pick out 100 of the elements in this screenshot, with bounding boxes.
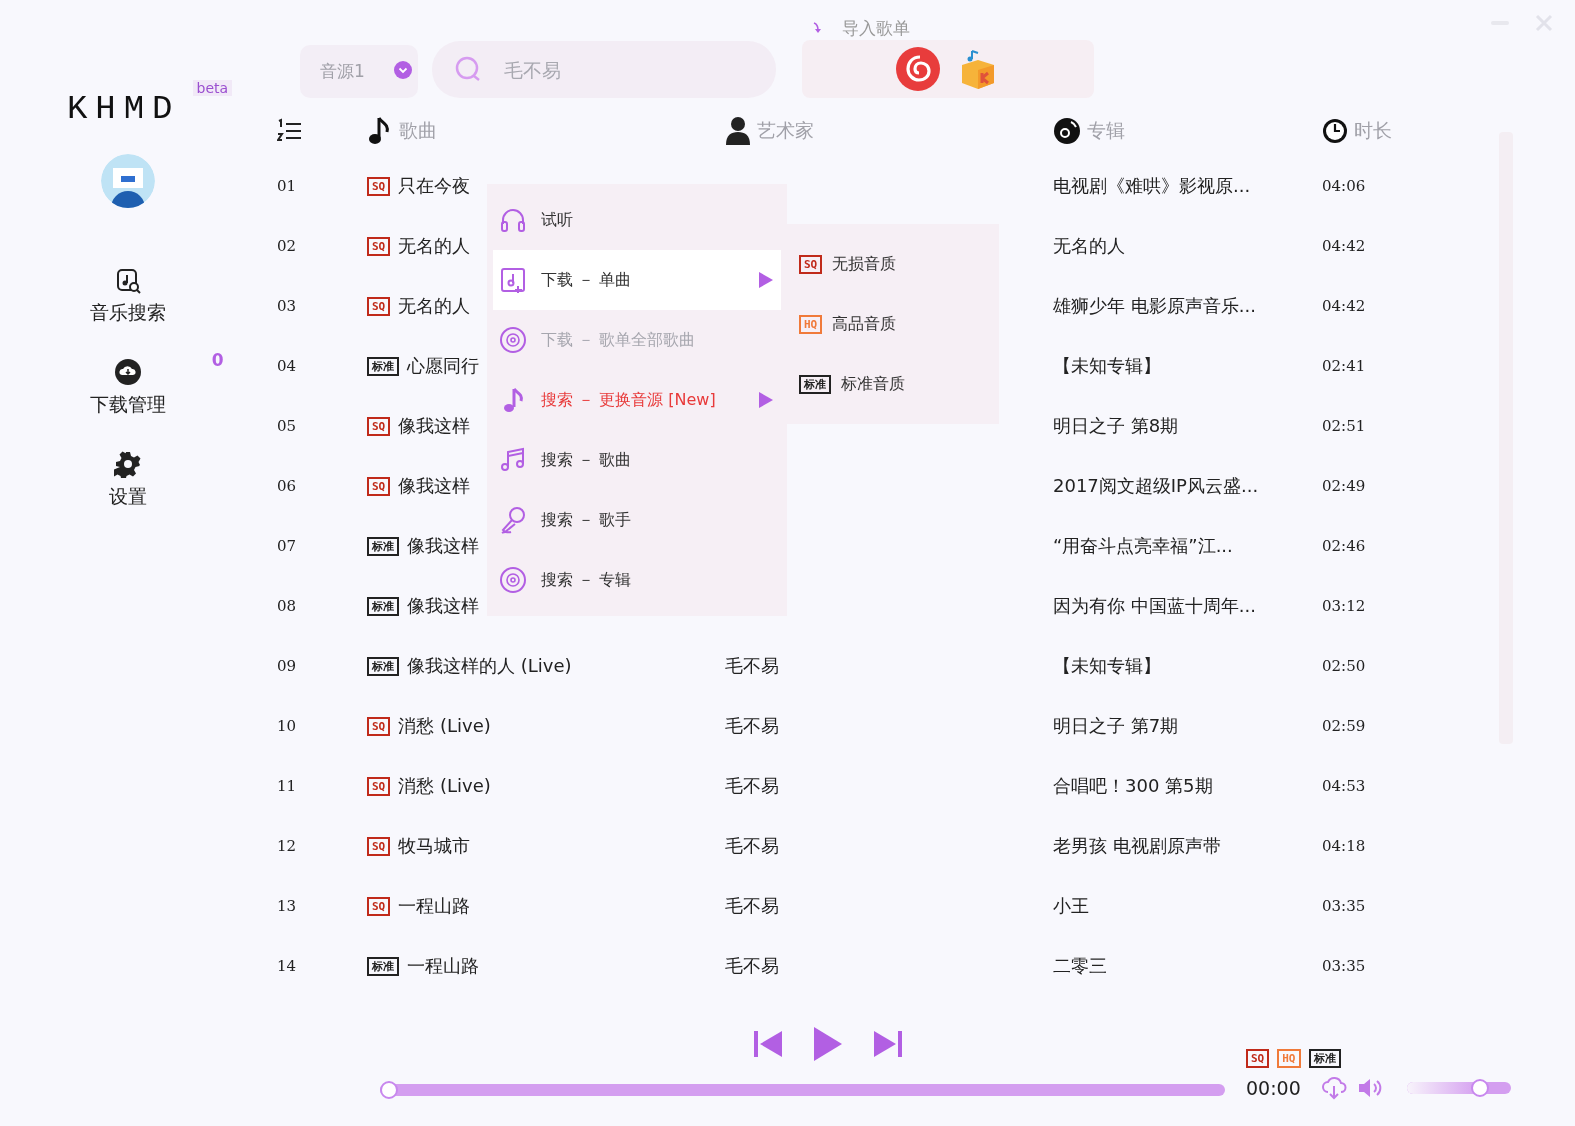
song-title: 无名的人 xyxy=(398,294,471,318)
cloud-download-icon[interactable] xyxy=(1320,1076,1347,1100)
menu-item[interactable]: 搜索 － 歌手 xyxy=(493,490,781,550)
quality-badge: 标准 xyxy=(367,356,399,376)
menu-item[interactable]: 搜索 － 专辑 xyxy=(493,550,781,610)
album-name: 明日之子 第8期 xyxy=(1053,414,1179,438)
song-title: 只在今夜 xyxy=(398,174,471,198)
quality-badge: SQ xyxy=(367,176,391,196)
nav-item[interactable]: 音乐搜索 xyxy=(89,300,166,326)
quality-badge: SQ xyxy=(367,896,391,916)
duration: 03:35 xyxy=(1322,897,1367,915)
menu-item[interactable]: 试听 xyxy=(493,190,781,250)
numbered-list-icon xyxy=(277,118,303,144)
menu-item[interactable]: 标准音质 xyxy=(841,373,905,395)
row-number: 09 xyxy=(277,657,298,675)
song-title: 一程山路 xyxy=(407,954,479,978)
progress-handle[interactable] xyxy=(380,1081,398,1099)
menu-item[interactable]: 高品音质 xyxy=(832,313,897,335)
album-name: 二零三 xyxy=(1053,954,1107,978)
song-title: 消愁 (Live) xyxy=(398,774,491,798)
column-header: 艺术家 xyxy=(757,118,814,143)
music-search-icon xyxy=(114,268,141,294)
album-name: 因为有你 中国蓝十周年... xyxy=(1053,594,1256,618)
album-name: 【未知专辑】 xyxy=(1053,654,1161,678)
volume-handle[interactable] xyxy=(1470,1079,1489,1097)
artist-name: 毛不易 xyxy=(725,774,779,798)
duration: 02:50 xyxy=(1322,657,1367,675)
row-number: 01 xyxy=(277,177,298,195)
microphone-icon xyxy=(499,506,527,534)
album-name: 老男孩 电视剧原声带 xyxy=(1053,834,1221,858)
column-header: 专辑 xyxy=(1087,118,1125,143)
row-number: 03 xyxy=(277,297,298,315)
music-plus-icon xyxy=(499,266,527,294)
duration: 02:59 xyxy=(1322,717,1367,735)
row-number: 05 xyxy=(277,417,298,435)
song-title: 像我这样的人 (Live) xyxy=(407,654,572,678)
menu-item[interactable]: 搜索 － 歌曲 xyxy=(493,430,781,490)
quality-badge: SQ xyxy=(367,776,391,796)
disc-icon xyxy=(1053,117,1081,145)
quality-badge: 标准 xyxy=(799,374,831,394)
duration: 04:06 xyxy=(1322,177,1367,195)
artist-name: 毛不易 xyxy=(725,954,779,978)
column-header: 时长 xyxy=(1354,118,1392,143)
volume-slider[interactable] xyxy=(1406,1078,1511,1098)
spiral-app-icon[interactable] xyxy=(896,47,940,91)
settings-icon xyxy=(113,450,142,478)
song-title: 像我这样 xyxy=(398,414,471,438)
person-icon xyxy=(725,116,751,146)
album-name: 【未知专辑】 xyxy=(1053,354,1161,378)
row-number: 11 xyxy=(277,777,298,795)
row-number: 04 xyxy=(277,357,298,375)
artist-name: 毛不易 xyxy=(725,834,779,858)
quality-badge: SQ xyxy=(367,716,391,736)
disc-icon xyxy=(499,566,527,594)
clock-icon xyxy=(1322,118,1348,144)
duration: 03:12 xyxy=(1322,597,1367,615)
duration: 04:42 xyxy=(1322,297,1367,315)
row-number: 10 xyxy=(277,717,298,735)
quality-badge: SQ xyxy=(367,836,391,856)
duration: 02:51 xyxy=(1322,417,1367,435)
album-name: 小王 xyxy=(1053,894,1089,918)
music-notes-icon xyxy=(499,446,527,474)
album-name: 合唱吧！300 第5期 xyxy=(1053,774,1213,798)
quality-badge: 标准 xyxy=(367,656,399,676)
quality-badge: SQ xyxy=(1246,1049,1270,1068)
menu-item[interactable]: 搜索 － 更换音源 [New] xyxy=(493,370,781,430)
volume-icon[interactable] xyxy=(1356,1076,1383,1100)
album-name: 明日之子 第7期 xyxy=(1053,714,1179,738)
song-title: 像我这样 xyxy=(407,534,479,558)
disc-icon xyxy=(499,326,527,354)
duration: 04:42 xyxy=(1322,237,1367,255)
row-number: 12 xyxy=(277,837,298,855)
quality-badge: SQ xyxy=(799,254,823,274)
menu-item[interactable]: 下载 － 单曲 xyxy=(493,250,781,310)
download-count: 0 xyxy=(211,350,224,370)
duration: 03:35 xyxy=(1322,957,1367,975)
avatar xyxy=(100,154,155,208)
song-title: 消愁 (Live) xyxy=(398,714,491,738)
album-name: 2017阅文超级IP风云盛... xyxy=(1053,474,1259,498)
song-title: 像我这样 xyxy=(398,474,471,498)
artist-name: 毛不易 xyxy=(725,894,779,918)
song-title: 牧马城市 xyxy=(398,834,471,858)
nav-item[interactable]: 设置 xyxy=(108,484,147,510)
search-field[interactable]: 毛不易 xyxy=(432,41,776,98)
album-name: 无名的人 xyxy=(1053,234,1125,258)
row-number: 06 xyxy=(277,477,298,495)
import-label: 导入歌单 xyxy=(842,16,910,40)
album-name: 电视剧《难哄》影视原... xyxy=(1053,174,1251,198)
arrow-icon xyxy=(812,22,822,34)
menu-item[interactable]: 无损音质 xyxy=(832,253,897,275)
quality-badge: 标准 xyxy=(1308,1049,1341,1068)
progress-slider[interactable] xyxy=(380,1080,1225,1100)
album-name: “用奋斗点亮幸福”江... xyxy=(1053,534,1233,558)
column-header: 歌曲 xyxy=(399,118,437,143)
song-title: 一程山路 xyxy=(398,894,471,918)
quality-badge: HQ xyxy=(1277,1049,1301,1068)
duration: 04:53 xyxy=(1322,777,1367,795)
nav-item[interactable]: 下载管理 xyxy=(89,392,166,418)
duration: 02:46 xyxy=(1322,537,1367,555)
quality-badge: 标准 xyxy=(367,596,399,616)
